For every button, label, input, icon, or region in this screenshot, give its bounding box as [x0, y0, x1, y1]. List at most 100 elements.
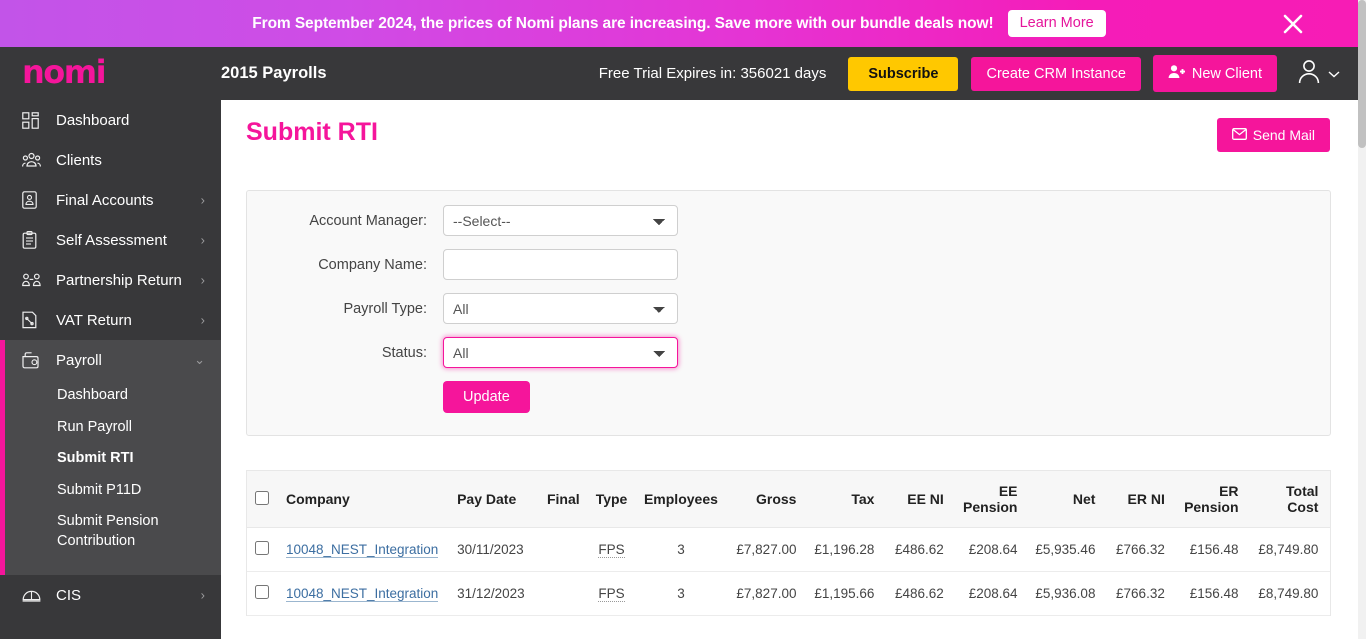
close-icon[interactable]	[1278, 9, 1308, 39]
sidebar-nav: Dashboard Clients Final Accounts › Self …	[0, 100, 221, 639]
filter-row-company-name: Company Name:	[247, 249, 1330, 280]
trial-status-text: Free Trial Expires in: 356021 days	[598, 65, 827, 82]
self-assessment-icon	[22, 231, 48, 249]
cell-company: 10048_NEST_Integration	[277, 527, 450, 572]
cell-ee-ni: £486.62	[882, 527, 952, 572]
cell-total-cost: £8,749.80	[1246, 571, 1327, 616]
send-mail-button[interactable]: Send Mail	[1216, 118, 1330, 152]
payroll-type-select[interactable]: All	[443, 293, 678, 324]
column-header-total-cost[interactable]: Total Cost	[1246, 471, 1327, 528]
status-select[interactable]: All	[443, 337, 678, 368]
account-manager-select[interactable]: --Select--	[443, 205, 678, 236]
table-row: 10048_NEST_Integration 30/11/2023 FPS 3 …	[247, 527, 1330, 572]
create-crm-instance-button[interactable]: Create CRM Instance	[971, 56, 1141, 91]
column-header-ee-ni[interactable]: EE NI	[882, 471, 952, 528]
mail-icon	[1231, 127, 1247, 143]
company-link[interactable]: 10048_NEST_Integration	[285, 586, 439, 602]
column-header-net[interactable]: Net	[1025, 471, 1104, 528]
sidebar-item-clients[interactable]: Clients	[0, 140, 221, 180]
results-table-container: Company Pay Date Final Type Employees Gr…	[246, 470, 1331, 616]
page-scrollbar[interactable]	[1358, 0, 1366, 639]
sidebar-item-vat-return[interactable]: VAT Return ›	[0, 300, 221, 340]
page-scrollbar-thumb[interactable]	[1358, 0, 1366, 148]
company-name-input[interactable]	[443, 249, 678, 280]
top-header-bar: nomi 2015 Payrolls Free Trial Expires in…	[0, 47, 1358, 100]
sidebar-item-label: Clients	[56, 151, 102, 169]
chevron-right-icon: ›	[200, 272, 205, 288]
page-title: Submit RTI	[246, 118, 378, 146]
column-header-company[interactable]: Company	[277, 471, 450, 528]
sidebar-item-final-accounts[interactable]: Final Accounts ›	[0, 180, 221, 220]
table-body: 10048_NEST_Integration 30/11/2023 FPS 3 …	[247, 527, 1330, 616]
sidebar-item-self-assessment[interactable]: Self Assessment ›	[0, 220, 221, 260]
sidebar-item-submit-pension-contribution[interactable]: Submit Pension Contribution	[0, 506, 221, 557]
main-content: Submit RTI Send Mail Account Manager: --…	[221, 100, 1358, 639]
company-link[interactable]: 10048_NEST_Integration	[285, 542, 439, 558]
sidebar-item-payroll[interactable]: Payroll ⌄	[0, 340, 221, 380]
column-header-gross[interactable]: Gross	[726, 471, 805, 528]
company-name-label: Company Name:	[318, 256, 427, 273]
cell-final	[538, 527, 588, 572]
update-button[interactable]: Update	[443, 381, 530, 413]
type-value: FPS	[598, 586, 625, 602]
sidebar-item-partnership-return[interactable]: Partnership Return ›	[0, 260, 221, 300]
chevron-right-icon: ›	[200, 232, 205, 248]
user-account-menu[interactable]	[1297, 58, 1340, 89]
chevron-right-icon: ›	[200, 312, 205, 328]
nomi-logo[interactable]: nomi	[0, 47, 221, 100]
clients-icon	[22, 152, 48, 168]
learn-more-button[interactable]: Learn More	[1007, 10, 1106, 37]
chevron-right-icon: ›	[200, 587, 205, 603]
table-header-row: Company Pay Date Final Type Employees Gr…	[247, 471, 1330, 528]
column-header-tax[interactable]: Tax	[804, 471, 883, 528]
sidebar-item-cis[interactable]: CIS ›	[0, 575, 221, 615]
sidebar-item-label: Dashboard	[56, 111, 130, 129]
filter-row-account-manager: Account Manager: --Select--	[247, 205, 1330, 236]
status-label: Status:	[381, 344, 427, 361]
promo-banner: From September 2024, the prices of Nomi …	[0, 0, 1358, 47]
new-client-button[interactable]: New Client	[1152, 55, 1277, 92]
rti-results-table: Company Pay Date Final Type Employees Gr…	[247, 471, 1330, 616]
new-client-label: New Client	[1191, 65, 1262, 82]
column-header-final[interactable]: Final	[538, 471, 588, 528]
sidebar-item-label: Partnership Return	[56, 271, 182, 289]
cell-er-ni: £766.32	[1103, 527, 1173, 572]
column-header-pay-date[interactable]: Pay Date	[449, 471, 539, 528]
sidebar-item-submit-rti[interactable]: Submit RTI	[0, 443, 221, 475]
cell-pay-date: 30/11/2023	[449, 527, 539, 572]
column-header-type[interactable]: Type	[587, 471, 636, 528]
sidebar-item-dashboard[interactable]: Dashboard	[0, 100, 221, 140]
cell-gross: £7,827.00	[726, 571, 805, 616]
chevron-down-icon	[1328, 65, 1340, 83]
filter-row-actions: Update	[247, 381, 1330, 413]
row-select-cell	[247, 527, 278, 572]
column-header-ee-pension[interactable]: EE Pension	[951, 471, 1026, 528]
column-header-er-ni[interactable]: ER NI	[1103, 471, 1173, 528]
cell-ee-pension: £208.64	[951, 571, 1026, 616]
column-header-status[interactable]: Status	[1326, 471, 1330, 528]
chevron-right-icon: ›	[200, 192, 205, 208]
filter-row-status: Status: All	[247, 337, 1330, 368]
sidebar-item-label: CIS	[56, 586, 82, 604]
sidebar-item-submit-p11d[interactable]: Submit P11D	[0, 475, 221, 507]
cis-icon	[22, 588, 48, 603]
sidebar-item-label: Final Accounts	[56, 191, 154, 209]
cell-company: 10048_NEST_Integration	[277, 571, 450, 616]
table-head: Company Pay Date Final Type Employees Gr…	[247, 471, 1330, 528]
row-checkbox[interactable]	[255, 541, 270, 555]
select-all-checkbox[interactable]	[255, 490, 270, 505]
cell-tax: £1,196.28	[804, 527, 883, 572]
filter-row-payroll-type: Payroll Type: All	[247, 293, 1330, 324]
cell-gross: £7,827.00	[726, 527, 805, 572]
dashboard-icon	[22, 111, 48, 129]
sidebar-item-run-payroll[interactable]: Run Payroll	[0, 412, 221, 444]
cell-net: £5,936.08	[1025, 571, 1104, 616]
subscribe-button[interactable]: Subscribe	[848, 56, 959, 91]
sidebar-item-payroll-dashboard[interactable]: Dashboard	[0, 380, 221, 412]
payroll-type-label: Payroll Type:	[343, 300, 427, 317]
chevron-down-icon: ⌄	[194, 352, 205, 367]
column-header-employees[interactable]: Employees	[635, 471, 727, 528]
cell-er-pension: £156.48	[1172, 527, 1247, 572]
row-checkbox[interactable]	[255, 585, 270, 599]
column-header-er-pension[interactable]: ER Pension	[1172, 471, 1247, 528]
